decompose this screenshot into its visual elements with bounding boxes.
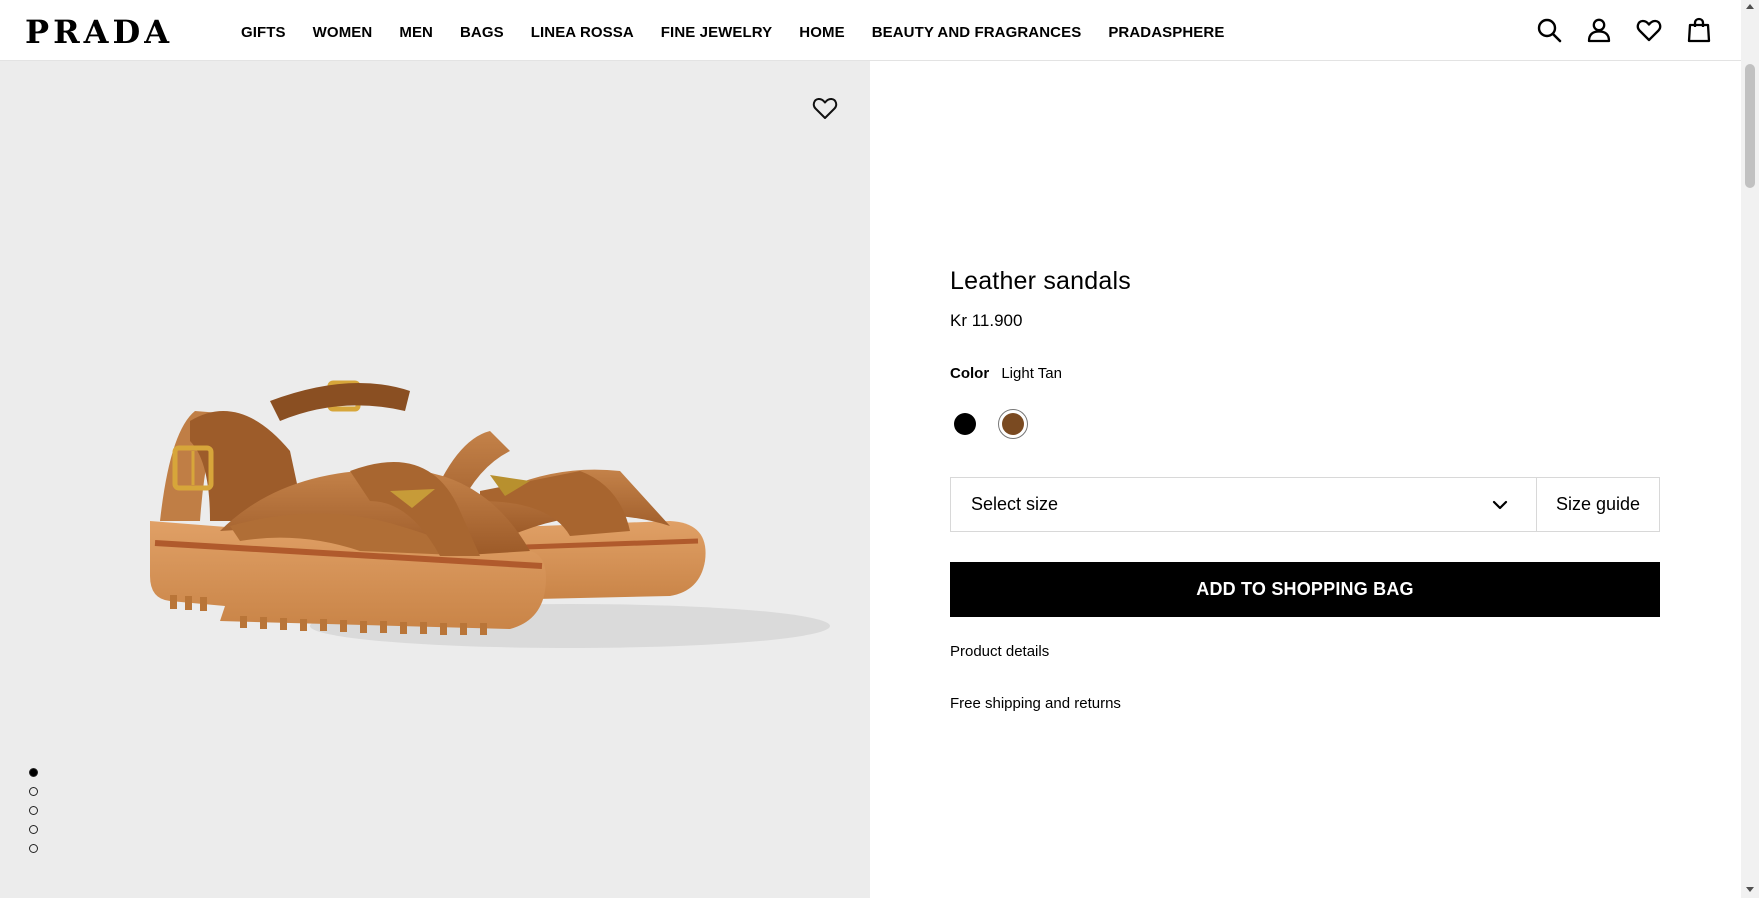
account-icon[interactable] <box>1585 16 1613 44</box>
swatch-black[interactable] <box>950 409 980 439</box>
gallery-dot-1[interactable] <box>29 768 38 777</box>
site-header: PRADA GIFTS WOMEN MEN BAGS LINEA ROSSA F… <box>0 0 1741 61</box>
nav-fine-jewelry[interactable]: FINE JEWELRY <box>661 24 773 41</box>
add-to-shopping-bag-button[interactable]: ADD TO SHOPPING BAG <box>950 562 1660 617</box>
color-info: Color Light Tan <box>950 365 1062 382</box>
color-swatches <box>950 409 1028 439</box>
chevron-down-icon <box>1492 500 1508 509</box>
wishlist-icon[interactable] <box>1635 16 1663 44</box>
gallery-pagination <box>29 768 38 853</box>
product-price: Kr 11.900 <box>950 311 1023 330</box>
nav-home[interactable]: HOME <box>799 24 844 41</box>
gallery-dot-3[interactable] <box>29 806 38 815</box>
search-icon[interactable] <box>1535 16 1563 44</box>
nav-men[interactable]: MEN <box>399 24 433 41</box>
scroll-thumb[interactable] <box>1745 64 1755 188</box>
shopping-bag-icon[interactable] <box>1685 16 1713 44</box>
scroll-up-arrow-icon[interactable] <box>1746 4 1754 9</box>
free-shipping-link[interactable]: Free shipping and returns <box>950 695 1121 712</box>
color-label: Color <box>950 365 990 382</box>
product-details-link[interactable]: Product details <box>950 643 1049 660</box>
main-nav: GIFTS WOMEN MEN BAGS LINEA ROSSA FINE JE… <box>241 0 1251 65</box>
header-actions <box>1535 16 1713 44</box>
swatch-light-tan[interactable] <box>998 409 1028 439</box>
swatch-black-color <box>954 413 976 435</box>
gallery-dot-5[interactable] <box>29 844 38 853</box>
product-image-leather-sandals <box>150 380 830 648</box>
gallery-dot-4[interactable] <box>29 825 38 834</box>
nav-women[interactable]: WOMEN <box>313 24 373 41</box>
nav-gifts[interactable]: GIFTS <box>241 24 286 41</box>
size-select[interactable]: Select size <box>951 478 1537 531</box>
product-title: Leather sandals <box>950 267 1131 295</box>
product-gallery[interactable] <box>0 61 870 898</box>
add-to-wishlist-heart-icon[interactable] <box>810 93 840 123</box>
color-value: Light Tan <box>1001 365 1062 382</box>
prada-logo[interactable]: PRADA <box>25 14 173 50</box>
scroll-down-arrow-icon[interactable] <box>1746 887 1754 892</box>
nav-linea-rossa[interactable]: LINEA ROSSA <box>531 24 634 41</box>
size-select-label: Select size <box>971 494 1059 514</box>
nav-beauty-and-fragrances[interactable]: BEAUTY AND FRAGRANCES <box>872 24 1082 41</box>
size-guide-button[interactable]: Size guide <box>1537 478 1659 531</box>
size-row: Select size Size guide <box>950 477 1660 532</box>
page-scrollbar[interactable] <box>1741 0 1759 898</box>
swatch-light-tan-color <box>1002 413 1024 435</box>
nav-bags[interactable]: BAGS <box>460 24 504 41</box>
nav-pradasphere[interactable]: PRADASPHERE <box>1108 24 1224 41</box>
gallery-dot-2[interactable] <box>29 787 38 796</box>
